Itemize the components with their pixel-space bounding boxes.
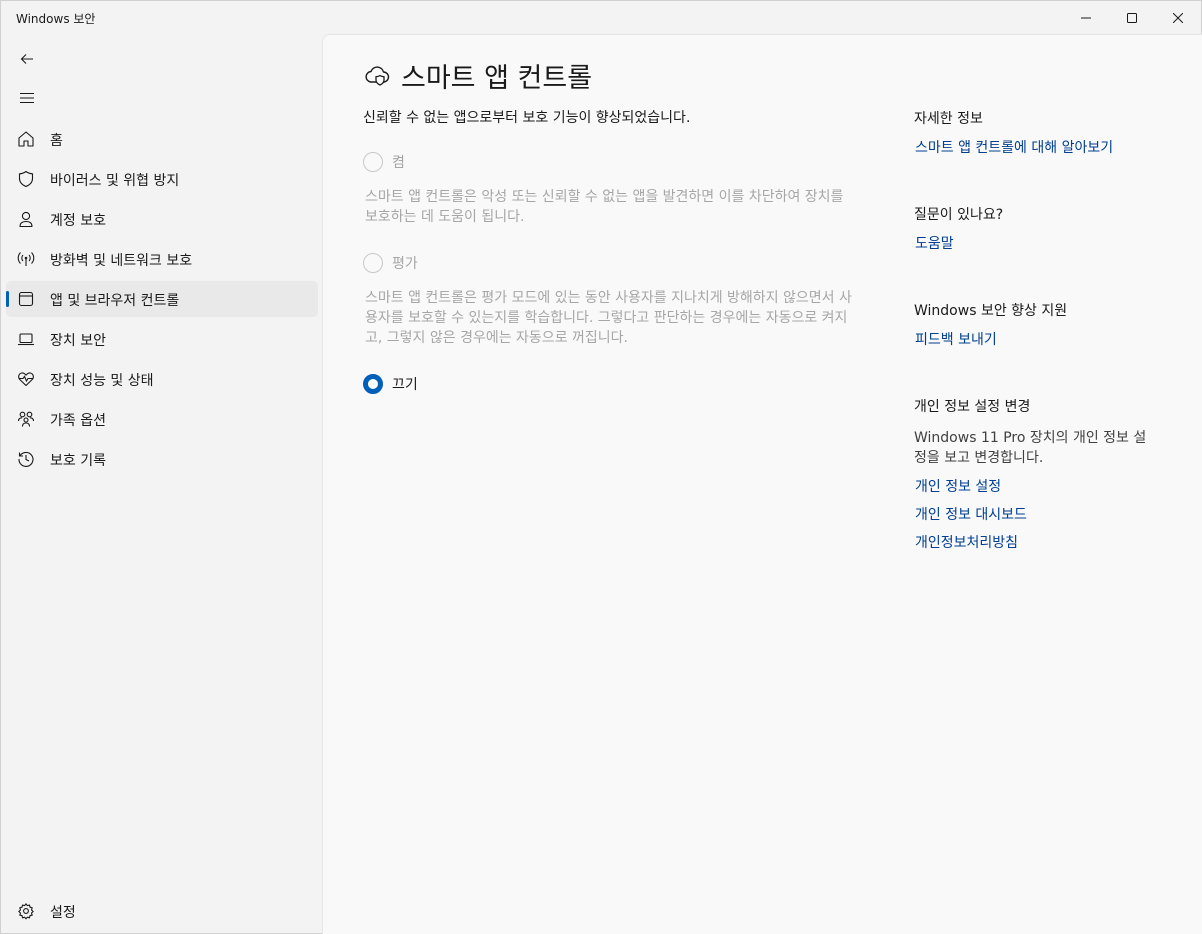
feedback-link[interactable]: 피드백 보내기	[915, 329, 1174, 349]
questions-section: 질문이 있나요? 도움말	[914, 204, 1174, 253]
sidebar-item-label: 가족 옵션	[50, 413, 106, 429]
radio-button[interactable]	[363, 253, 383, 273]
person-icon	[17, 210, 35, 228]
sidebar-item-label: 계정 보호	[50, 213, 106, 229]
sidebar-item-home[interactable]: 홈	[6, 121, 318, 157]
gear-icon	[17, 902, 35, 920]
page-description: 신뢰할 수 없는 앱으로부터 보호 기능이 향상되었습니다.	[363, 110, 691, 126]
hamburger-menu-icon	[20, 92, 34, 104]
close-button[interactable]	[1155, 1, 1201, 35]
sidebar-item-family-options[interactable]: 가족 옵션	[6, 401, 318, 437]
more-info-section: 자세한 정보 스마트 앱 컨트롤에 대해 알아보기	[914, 108, 1174, 157]
radio-option-evaluation[interactable]: 평가	[363, 252, 418, 274]
sidebar-item-label: 앱 및 브라우저 컨트롤	[50, 293, 180, 309]
sidebar-item-account-protection[interactable]: 계정 보호	[6, 201, 318, 237]
privacy-dashboard-link[interactable]: 개인 정보 대시보드	[915, 504, 1174, 524]
selection-indicator	[6, 291, 9, 307]
radio-label: 끄기	[392, 377, 418, 393]
page-header: 스마트 앱 컨트롤	[363, 57, 593, 94]
section-heading: 자세한 정보	[914, 111, 983, 127]
windows-security-window: Windows 보안 홈 바이러스 및 위협 방지 계정 보호 방화벽 및 네트…	[0, 0, 1202, 934]
radio-button[interactable]	[363, 152, 383, 172]
sidebar-item-settings[interactable]: 설정	[6, 893, 318, 929]
sidebar-item-device-performance[interactable]: 장치 성능 및 상태	[6, 361, 318, 397]
sidebar-item-label: 장치 성능 및 상태	[50, 373, 154, 389]
menu-button[interactable]	[9, 82, 45, 114]
sidebar-item-label: 바이러스 및 위협 방지	[50, 173, 180, 189]
learn-more-link[interactable]: 스마트 앱 컨트롤에 대해 알아보기	[915, 137, 1174, 157]
privacy-section: 개인 정보 설정 변경 Windows 11 Pro 장치의 개인 정보 설정을…	[914, 396, 1174, 552]
back-button[interactable]	[9, 43, 45, 75]
sidebar: 홈 바이러스 및 위협 방지 계정 보호 방화벽 및 네트워크 보호 앱 및 브…	[1, 35, 323, 933]
maximize-button[interactable]	[1109, 1, 1155, 35]
section-heading: Windows 보안 향상 지원	[914, 303, 1068, 319]
app-title: Windows 보안	[16, 12, 96, 26]
privacy-settings-link[interactable]: 개인 정보 설정	[915, 476, 1174, 496]
main-content: 스마트 앱 컨트롤 신뢰할 수 없는 앱으로부터 보호 기능이 향상되었습니다.…	[322, 34, 1202, 934]
family-icon	[17, 410, 35, 428]
sidebar-item-label: 방화벽 및 네트워크 보호	[50, 253, 193, 269]
sidebar-item-app-browser-control[interactable]: 앱 및 브라우저 컨트롤	[6, 281, 318, 317]
shield-icon	[17, 170, 35, 188]
cloud-shield-icon	[363, 61, 391, 89]
radio-option-on[interactable]: 켬	[363, 151, 405, 173]
help-link[interactable]: 도움말	[915, 233, 1174, 253]
option-evaluation-description: 스마트 앱 컨트롤은 평가 모드에 있는 동안 사용자를 지나치게 방해하지 않…	[365, 290, 852, 346]
radio-label: 켬	[392, 155, 405, 171]
minimize-icon	[1081, 17, 1091, 19]
radio-button-selected[interactable]	[363, 374, 383, 394]
laptop-icon	[17, 330, 35, 348]
heart-pulse-icon	[17, 370, 35, 388]
sidebar-item-device-security[interactable]: 장치 보안	[6, 321, 318, 357]
sidebar-item-label: 보호 기록	[50, 453, 106, 469]
maximize-icon	[1127, 13, 1137, 23]
sidebar-item-virus-protection[interactable]: 바이러스 및 위협 방지	[6, 161, 318, 197]
history-clock-icon	[17, 450, 35, 468]
section-heading: 질문이 있나요?	[914, 207, 1004, 223]
wireless-signal-icon	[17, 250, 35, 268]
privacy-description: Windows 11 Pro 장치의 개인 정보 설정을 보고 변경합니다.	[914, 430, 1147, 466]
sidebar-item-label: 장치 보안	[50, 333, 106, 349]
improve-section: Windows 보안 향상 지원 피드백 보내기	[914, 300, 1174, 349]
back-arrow-icon	[20, 54, 33, 64]
section-heading: 개인 정보 설정 변경	[914, 399, 1031, 415]
sidebar-item-label: 홈	[50, 133, 63, 149]
option-on-description: 스마트 앱 컨트롤은 악성 또는 신뢰할 수 없는 앱을 발견하면 이를 차단하…	[365, 189, 844, 225]
sidebar-item-protection-history[interactable]: 보호 기록	[6, 441, 318, 477]
radio-label: 평가	[392, 256, 418, 272]
close-icon	[1173, 13, 1183, 23]
radio-option-off[interactable]: 끄기	[363, 373, 418, 395]
title-bar: Windows 보안	[1, 1, 1201, 35]
privacy-policy-link[interactable]: 개인정보처리방침	[915, 532, 1174, 552]
app-window-icon	[17, 290, 35, 308]
minimize-button[interactable]	[1063, 1, 1109, 35]
home-icon	[17, 130, 35, 148]
sidebar-item-label: 설정	[50, 905, 76, 921]
sidebar-item-firewall[interactable]: 방화벽 및 네트워크 보호	[6, 241, 318, 277]
page-title: 스마트 앱 컨트롤	[401, 62, 593, 94]
